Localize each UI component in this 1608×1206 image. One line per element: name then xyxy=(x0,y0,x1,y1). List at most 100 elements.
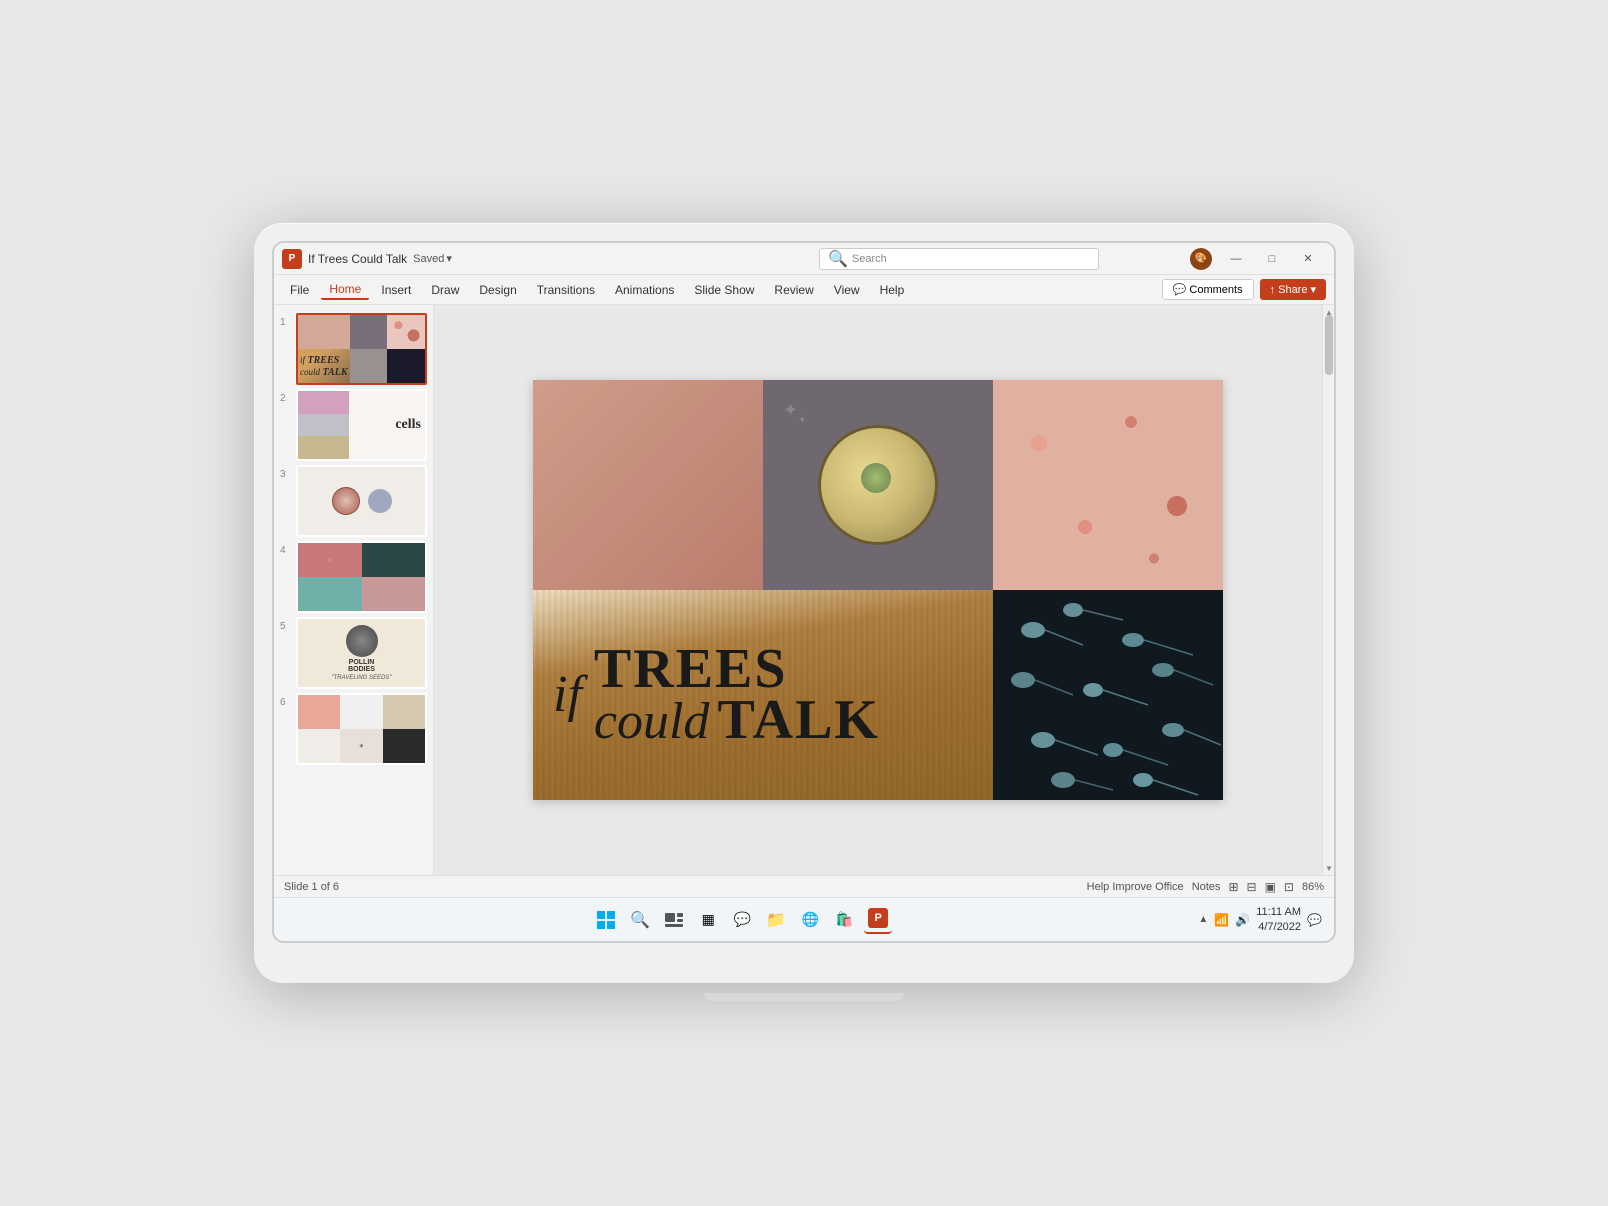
taskbar-center: 🔍 ▦ xyxy=(286,906,1198,934)
network-icon[interactable]: 📶 xyxy=(1214,913,1229,927)
normal-view-button[interactable]: ⊞ xyxy=(1228,880,1238,894)
user-avatar: 🎨 xyxy=(1190,248,1212,270)
task-view-icon xyxy=(665,913,683,927)
file-title: If Trees Could Talk xyxy=(308,252,407,266)
store-button[interactable]: 🛍️ xyxy=(830,906,858,934)
slide-preview-5[interactable]: POLLINBODIES "TRAVELING SEEDS" xyxy=(296,617,427,689)
cell-bot-left: if TREES could TALK xyxy=(533,590,993,800)
menu-draw[interactable]: Draw xyxy=(423,281,467,299)
saved-status[interactable]: Saved ▾ xyxy=(413,252,452,265)
menu-review[interactable]: Review xyxy=(766,281,821,299)
slide-number-4: 4 xyxy=(280,541,292,556)
comments-button[interactable]: 💬 Comments xyxy=(1162,279,1254,300)
window-controls: — □ ✕ xyxy=(1218,245,1326,273)
powerpoint-window: P If Trees Could Talk Saved ▾ 🔍 Search xyxy=(274,243,1334,897)
slide-preview-3[interactable] xyxy=(296,465,427,537)
taskbar-search-icon: 🔍 xyxy=(630,910,650,930)
taskbar-right: ▲ 📶 🔊 11:11 AM 4/7/2022 💬 xyxy=(1198,905,1322,934)
task-view-button[interactable] xyxy=(660,906,688,934)
presenter-view-button[interactable]: ⊡ xyxy=(1284,880,1294,894)
menu-view[interactable]: View xyxy=(826,281,868,299)
slide-thumb-4[interactable]: 4 xyxy=(280,541,427,613)
share-button[interactable]: ↑ Share ▾ xyxy=(1260,279,1326,300)
slide-thumb-2[interactable]: 2 cells xyxy=(280,389,427,461)
cell-top-left xyxy=(533,380,763,590)
store-icon: 🛍️ xyxy=(835,911,852,928)
notification-icon[interactable]: 💬 xyxy=(1307,913,1322,927)
zoom-level: 86% xyxy=(1302,881,1324,893)
menu-transitions[interactable]: Transitions xyxy=(529,281,603,299)
help-text: Help Improve Office xyxy=(1087,881,1184,893)
menu-bar: File Home Insert Draw Design Transitions… xyxy=(274,275,1334,305)
slide-preview-1[interactable]: if TREES could TALK xyxy=(296,313,427,385)
menu-slideshow[interactable]: Slide Show xyxy=(686,281,762,299)
file-explorer-button[interactable]: 📁 xyxy=(762,906,790,934)
title-could: could xyxy=(594,699,710,746)
slide-thumb-5[interactable]: 5 POLLINBODIES "TRAVELING SEEDS" xyxy=(280,617,427,689)
notes-button[interactable]: Notes xyxy=(1192,881,1221,893)
cross-section-image xyxy=(818,425,938,545)
edge-browser-button[interactable]: 🌐 xyxy=(796,906,824,934)
time-display: 11:11 AM xyxy=(1256,905,1301,919)
maximize-button[interactable]: □ xyxy=(1254,245,1290,273)
laptop-base xyxy=(704,993,904,1001)
scrollbar-thumb[interactable] xyxy=(1325,315,1333,375)
slide-thumb-6[interactable]: 6 ⚜ xyxy=(280,693,427,765)
laptop-screen: P If Trees Could Talk Saved ▾ 🔍 Search xyxy=(272,241,1336,943)
menu-help[interactable]: Help xyxy=(872,281,913,299)
file-explorer-icon: 📁 xyxy=(766,910,786,930)
chat-icon: 💬 xyxy=(733,911,750,928)
scrollbar[interactable]: ▲ ▼ xyxy=(1322,305,1334,875)
slide-number-2: 2 xyxy=(280,389,292,404)
minimize-button[interactable]: — xyxy=(1218,245,1254,273)
slide-preview-4[interactable] xyxy=(296,541,427,613)
powerpoint-icon: P xyxy=(282,249,302,269)
search-bar[interactable]: 🔍 Search xyxy=(819,248,1099,270)
title-if: if xyxy=(553,672,582,719)
windows-desktop: P If Trees Could Talk Saved ▾ 🔍 Search xyxy=(274,243,1334,941)
slide-grid: ✦ ✦ xyxy=(533,380,1223,800)
slide-thumb-3[interactable]: 3 xyxy=(280,465,427,537)
menu-file[interactable]: File xyxy=(282,281,317,299)
share-icon: ↑ xyxy=(1270,284,1276,296)
main-slide-canvas: ✦ ✦ xyxy=(533,380,1223,800)
chat-button[interactable]: 💬 xyxy=(728,906,756,934)
slide-number-5: 5 xyxy=(280,617,292,632)
slides-panel: 1 if TREES could TALK xyxy=(274,305,434,875)
powerpoint-taskbar-button[interactable]: P xyxy=(864,906,892,934)
start-button[interactable] xyxy=(592,906,620,934)
main-slide-area: ✦ ✦ xyxy=(434,305,1322,875)
close-button[interactable]: ✕ xyxy=(1290,245,1326,273)
widgets-button[interactable]: ▦ xyxy=(694,906,722,934)
title-talk: TALK xyxy=(717,695,880,745)
reading-view-button[interactable]: ▣ xyxy=(1265,880,1276,894)
title-bar-left: P If Trees Could Talk Saved ▾ xyxy=(282,249,728,269)
menu-animations[interactable]: Animations xyxy=(607,281,682,299)
date-display: 4/7/2022 xyxy=(1256,920,1301,934)
status-bar: Slide 1 of 6 Help Improve Office Notes ⊞… xyxy=(274,875,1334,897)
title-trees: TREES xyxy=(594,644,880,694)
taskbar-search-button[interactable]: 🔍 xyxy=(626,906,654,934)
menu-home[interactable]: Home xyxy=(321,280,369,300)
slide-preview-6[interactable]: ⚜ xyxy=(296,693,427,765)
slide-thumb-1[interactable]: 1 if TREES could TALK xyxy=(280,313,427,385)
comments-icon: 💬 xyxy=(1173,283,1187,296)
cell-bot-right xyxy=(993,590,1223,800)
slide-number-6: 6 xyxy=(280,693,292,708)
powerpoint-taskbar-icon: P xyxy=(868,908,888,928)
search-icon: 🔍 xyxy=(828,249,848,269)
menu-insert[interactable]: Insert xyxy=(373,281,419,299)
title-bar-center: 🔍 Search xyxy=(736,248,1182,270)
chevron-up-icon[interactable]: ▲ xyxy=(1198,914,1208,925)
widgets-icon: ▦ xyxy=(702,911,715,928)
slide-preview-2[interactable]: cells xyxy=(296,389,427,461)
windows-logo-icon xyxy=(597,911,615,929)
cell-top-mid: ✦ ✦ xyxy=(763,380,993,590)
title-bar: P If Trees Could Talk Saved ▾ 🔍 Search xyxy=(274,243,1334,275)
volume-icon[interactable]: 🔊 xyxy=(1235,913,1250,927)
system-clock[interactable]: 11:11 AM 4/7/2022 xyxy=(1256,905,1301,934)
slide-sorter-button[interactable]: ⊟ xyxy=(1247,880,1257,894)
menu-design[interactable]: Design xyxy=(471,281,524,299)
spores-svg xyxy=(993,590,1223,800)
slide-info: Slide 1 of 6 xyxy=(284,881,339,893)
